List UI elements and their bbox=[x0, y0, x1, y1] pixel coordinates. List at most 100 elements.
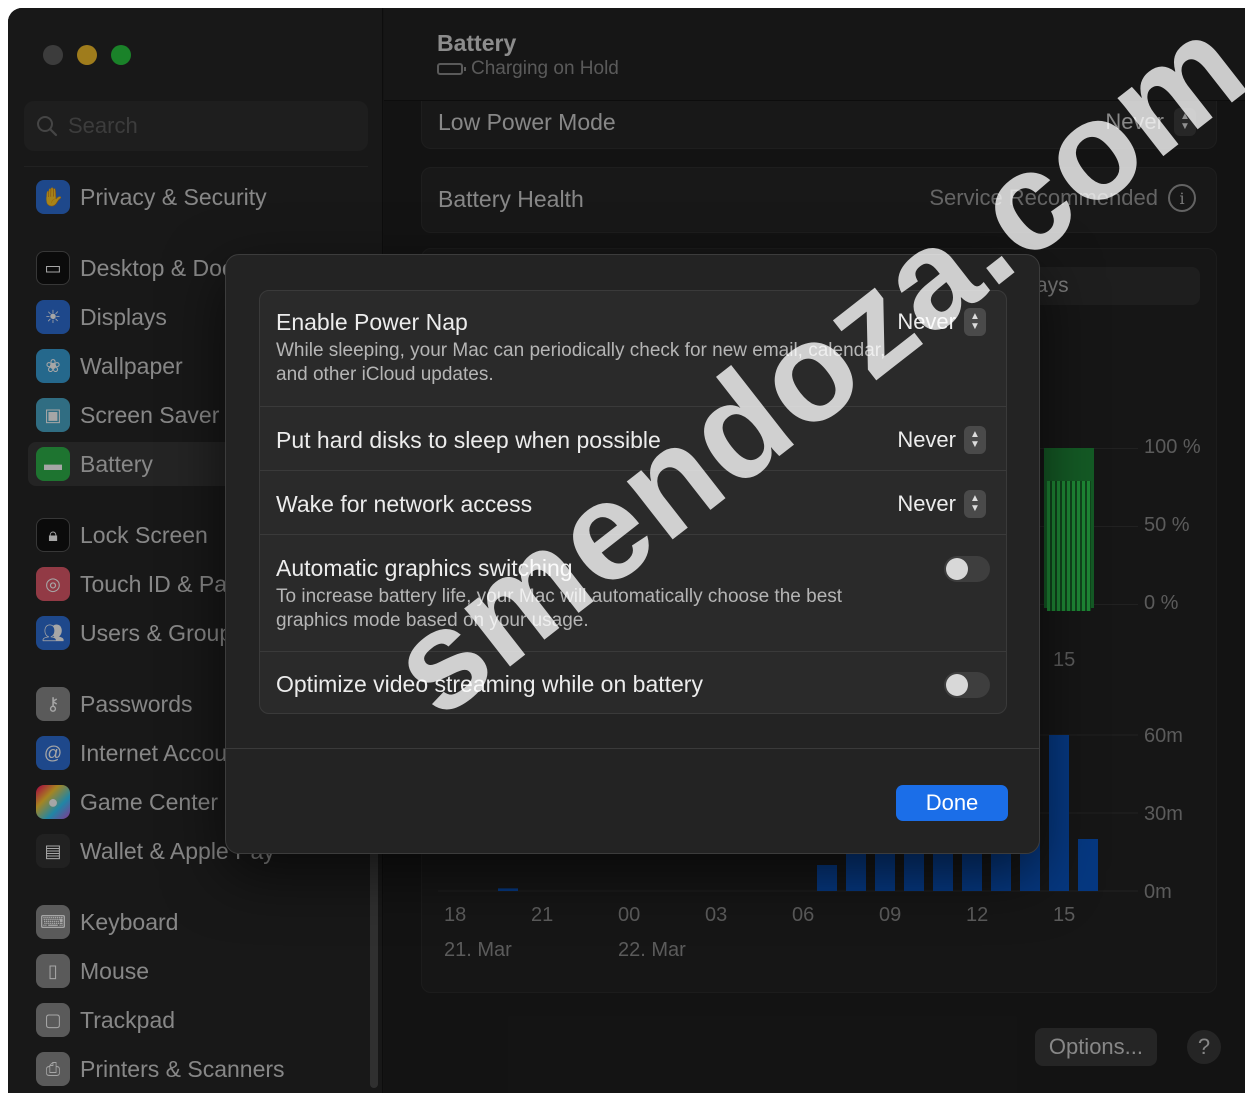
battery-health-value: Service Recommended bbox=[929, 185, 1158, 210]
chevron-updown-icon: ▲ ▼ bbox=[1174, 108, 1196, 136]
sidebar-item-label: Keyboard bbox=[80, 908, 179, 935]
options-button[interactable]: Options... bbox=[1034, 1028, 1157, 1066]
sidebar-item-label: Lock Screen bbox=[80, 521, 208, 548]
battery-health-row: Battery Health Service Recommended i bbox=[421, 167, 1217, 233]
y-tick-label: 30m bbox=[1144, 803, 1183, 825]
trackpad-icon: ▢ bbox=[36, 1003, 70, 1037]
game-center-icon: ● bbox=[36, 785, 70, 819]
tab-label: ays bbox=[1036, 274, 1069, 297]
chevron-updown-icon: ▲ ▼ bbox=[964, 308, 986, 336]
help-button[interactable]: ? bbox=[1187, 1030, 1221, 1064]
sun-icon: ☀ bbox=[36, 300, 70, 334]
sidebar-item-privacy-security[interactable]: ✋ Privacy & Security bbox=[28, 175, 358, 219]
y-tick-label: 0m bbox=[1144, 881, 1172, 903]
x-tick-label: 09 bbox=[879, 904, 902, 926]
wake-network-label: Wake for network access bbox=[276, 491, 533, 517]
lock-icon: 🔒︎ bbox=[36, 518, 70, 552]
options-group: Enable Power Nap While sleeping, your Ma… bbox=[259, 290, 1007, 714]
graphics-switching-row: Automatic graphics switching To increase… bbox=[260, 534, 1006, 651]
key-icon: ⚷ bbox=[36, 687, 70, 721]
x-tick-label: 00 bbox=[618, 904, 641, 926]
x-tick-label: 15 bbox=[1053, 904, 1076, 926]
search-input[interactable] bbox=[68, 113, 328, 139]
charging-stripes bbox=[1047, 481, 1091, 611]
sidebar-item-label: Screen Saver bbox=[80, 401, 220, 428]
power-nap-popup[interactable]: Never ▲ ▼ bbox=[897, 308, 986, 336]
power-nap-description: While sleeping, your Mac can periodicall… bbox=[276, 340, 886, 385]
search-field[interactable] bbox=[24, 101, 368, 151]
page-title: Battery bbox=[437, 30, 517, 56]
graphics-switching-description: To increase battery life, your Mac will … bbox=[276, 586, 843, 631]
video-streaming-row: Optimize video streaming while on batter… bbox=[260, 651, 1006, 715]
wallet-icon: ▤ bbox=[36, 834, 70, 868]
hard-disk-sleep-row: Put hard disks to sleep when possible Ne… bbox=[260, 406, 1006, 470]
screen-icon: ▣ bbox=[36, 398, 70, 432]
page-subtitle: Charging on Hold bbox=[437, 58, 619, 80]
keyboard-icon: ⌨ bbox=[36, 905, 70, 939]
users-icon: 👥︎ bbox=[36, 616, 70, 650]
chevron-updown-icon: ▲ ▼ bbox=[964, 426, 986, 454]
sidebar-item-label: Printers & Scanners bbox=[80, 1055, 285, 1082]
popup-value: Never bbox=[897, 427, 956, 452]
minimize-window-button[interactable] bbox=[77, 45, 97, 65]
hard-disk-sleep-popup[interactable]: Never ▲ ▼ bbox=[897, 426, 986, 454]
fingerprint-icon: ◎ bbox=[36, 567, 70, 601]
power-nap-label: Enable Power Nap bbox=[276, 309, 468, 335]
wake-network-popup[interactable]: Never ▲ ▼ bbox=[897, 490, 986, 518]
x-tick-label: 06 bbox=[792, 904, 815, 926]
modal-divider bbox=[226, 748, 1039, 749]
battery-health-status: Service Recommended i bbox=[929, 184, 1196, 212]
hand-icon: ✋ bbox=[36, 180, 70, 214]
graphics-switching-toggle[interactable] bbox=[944, 556, 990, 582]
battery-health-label: Battery Health bbox=[438, 186, 584, 212]
battery-options-sheet: Enable Power Nap While sleeping, your Ma… bbox=[225, 254, 1040, 854]
charging-status: Charging on Hold bbox=[471, 58, 619, 79]
usage-bar bbox=[817, 865, 837, 891]
close-window-button[interactable] bbox=[43, 45, 63, 65]
sidebar-item-label: Privacy & Security bbox=[80, 183, 267, 210]
sidebar-divider bbox=[24, 166, 368, 167]
video-streaming-toggle[interactable] bbox=[944, 672, 990, 698]
y-tick-label: 0 % bbox=[1144, 592, 1179, 614]
chevron-updown-icon: ▲ ▼ bbox=[964, 490, 986, 518]
info-icon[interactable]: i bbox=[1168, 184, 1196, 212]
flower-icon: ❀ bbox=[36, 349, 70, 383]
sidebar-item-trackpad[interactable]: ▢ Trackpad bbox=[28, 998, 358, 1042]
video-streaming-label: Optimize video streaming while on batter… bbox=[276, 671, 703, 697]
traffic-lights bbox=[43, 45, 131, 65]
y-tick-label: 50 % bbox=[1144, 514, 1190, 536]
y-tick-label: 60m bbox=[1144, 725, 1183, 747]
battery-icon: ▬ bbox=[36, 447, 70, 481]
low-power-value: Never bbox=[1105, 109, 1164, 134]
sidebar-item-printers[interactable]: ⎙ Printers & Scanners bbox=[28, 1047, 358, 1091]
sidebar-item-keyboard[interactable]: ⌨ Keyboard bbox=[28, 900, 358, 944]
sidebar-item-mouse[interactable]: ▯ Mouse bbox=[28, 949, 358, 993]
low-power-row: Low Power Mode Never ▲ ▼ bbox=[421, 101, 1217, 149]
hard-disk-sleep-label: Put hard disks to sleep when possible bbox=[276, 427, 661, 453]
sidebar-item-label: Wallpaper bbox=[80, 352, 183, 379]
x-tick-label: 03 bbox=[705, 904, 728, 926]
low-power-popup[interactable]: Never ▲ ▼ bbox=[1105, 108, 1196, 136]
sidebar-item-label: Battery bbox=[80, 450, 153, 477]
at-icon: @ bbox=[36, 736, 70, 770]
x-tick-label: 21 bbox=[531, 904, 554, 926]
sidebar-item-label: Desktop & Dock bbox=[80, 254, 245, 281]
popup-value: Never bbox=[897, 309, 956, 334]
usage-bar bbox=[1049, 735, 1069, 891]
sidebar-item-label: Displays bbox=[80, 303, 167, 330]
power-nap-row: Enable Power Nap While sleeping, your Ma… bbox=[260, 291, 1006, 406]
titlebar: Battery Charging on Hold bbox=[384, 8, 1245, 101]
usage-bar bbox=[1078, 839, 1098, 891]
sidebar-item-label: Users & Groups bbox=[80, 619, 244, 646]
low-power-label: Low Power Mode bbox=[438, 109, 616, 135]
done-button[interactable]: Done bbox=[896, 785, 1008, 821]
printer-icon: ⎙ bbox=[36, 1052, 70, 1086]
y-tick-label: 100 % bbox=[1144, 436, 1201, 458]
date-label: 21. Mar bbox=[444, 939, 512, 961]
tab-last-10-days[interactable]: ays bbox=[1020, 267, 1200, 305]
zoom-window-button[interactable] bbox=[111, 45, 131, 65]
sidebar-item-label: Mouse bbox=[80, 957, 150, 984]
sidebar-item-label: Trackpad bbox=[80, 1006, 176, 1033]
mouse-icon: ▯ bbox=[36, 954, 70, 988]
usage-bar bbox=[498, 888, 518, 891]
